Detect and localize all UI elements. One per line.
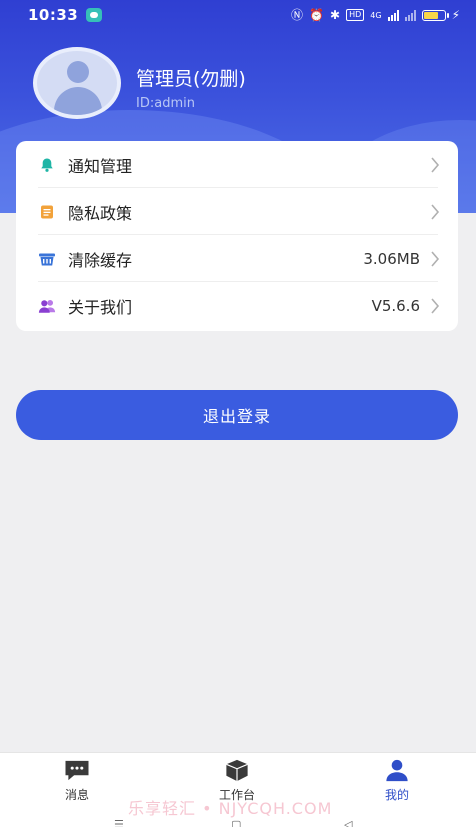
menu-item-clear-cache[interactable]: 清除缓存 3.06MB xyxy=(16,235,458,282)
nfc-icon: Ⓝ xyxy=(291,8,304,22)
network-label: 4G xyxy=(370,10,382,20)
status-indicators: Ⓝ ⏰ ✱ HD 4G ⚡ xyxy=(291,9,460,21)
menu-nav-icon[interactable]: ☰ xyxy=(114,819,124,827)
tab-label-messages: 消息 xyxy=(64,788,89,802)
chevron-right-icon xyxy=(428,156,442,173)
user-name: 管理员(勿删) xyxy=(136,68,246,90)
menu-label-about: 关于我们 xyxy=(68,297,133,317)
user-icon xyxy=(386,759,408,782)
chevron-right-icon xyxy=(428,250,442,267)
chevron-right-icon xyxy=(428,203,442,220)
avatar-body xyxy=(54,87,102,115)
tab-messages[interactable]: 消息 xyxy=(37,759,117,803)
battery-icon xyxy=(421,9,449,21)
chevron-right-icon xyxy=(428,297,442,314)
chat-app-icon xyxy=(86,8,103,22)
bell-icon xyxy=(38,156,56,174)
signal-icon xyxy=(387,9,399,21)
cache-size: 3.06MB xyxy=(363,249,420,268)
signal-2-icon xyxy=(404,9,416,21)
settings-menu: 通知管理 隐私政策 清除缓存 3.06MB 关于我们 V5.6.6 xyxy=(16,141,458,331)
app-version: V5.6.6 xyxy=(371,296,420,315)
menu-label-clear-cache: 清除缓存 xyxy=(68,250,133,270)
menu-item-notifications[interactable]: 通知管理 xyxy=(16,141,458,188)
chat-bubble-icon xyxy=(65,760,89,781)
alarm-icon: ⏰ xyxy=(309,8,325,22)
tab-label-mine: 我的 xyxy=(384,788,409,802)
menu-label-notifications: 通知管理 xyxy=(68,156,133,176)
bluetooth-icon: ✱ xyxy=(330,8,341,22)
status-bar: 10:33 Ⓝ ⏰ ✱ HD 4G ⚡ xyxy=(0,0,476,30)
back-nav-icon[interactable]: ◁ xyxy=(344,819,352,827)
document-icon xyxy=(38,203,56,221)
menu-item-privacy[interactable]: 隐私政策 xyxy=(16,188,458,235)
avatar-head xyxy=(67,61,89,83)
avatar[interactable] xyxy=(33,47,121,119)
watermark: 乐享轻汇 • NJYCQH.COM xyxy=(128,799,333,818)
hd-badge: HD xyxy=(346,9,365,21)
charging-icon: ⚡ xyxy=(451,8,460,22)
menu-item-about[interactable]: 关于我们 V5.6.6 xyxy=(16,282,458,329)
menu-label-privacy: 隐私政策 xyxy=(68,203,133,223)
home-nav-icon[interactable]: ▢ xyxy=(231,819,241,827)
trash-basket-icon xyxy=(38,250,56,268)
users-icon xyxy=(38,297,56,315)
tab-mine[interactable]: 我的 xyxy=(357,759,437,803)
logout-button[interactable]: 退出登录 xyxy=(16,390,458,440)
box-icon xyxy=(226,759,248,782)
status-time: 10:33 xyxy=(28,6,79,24)
user-id: ID:admin xyxy=(136,96,195,111)
